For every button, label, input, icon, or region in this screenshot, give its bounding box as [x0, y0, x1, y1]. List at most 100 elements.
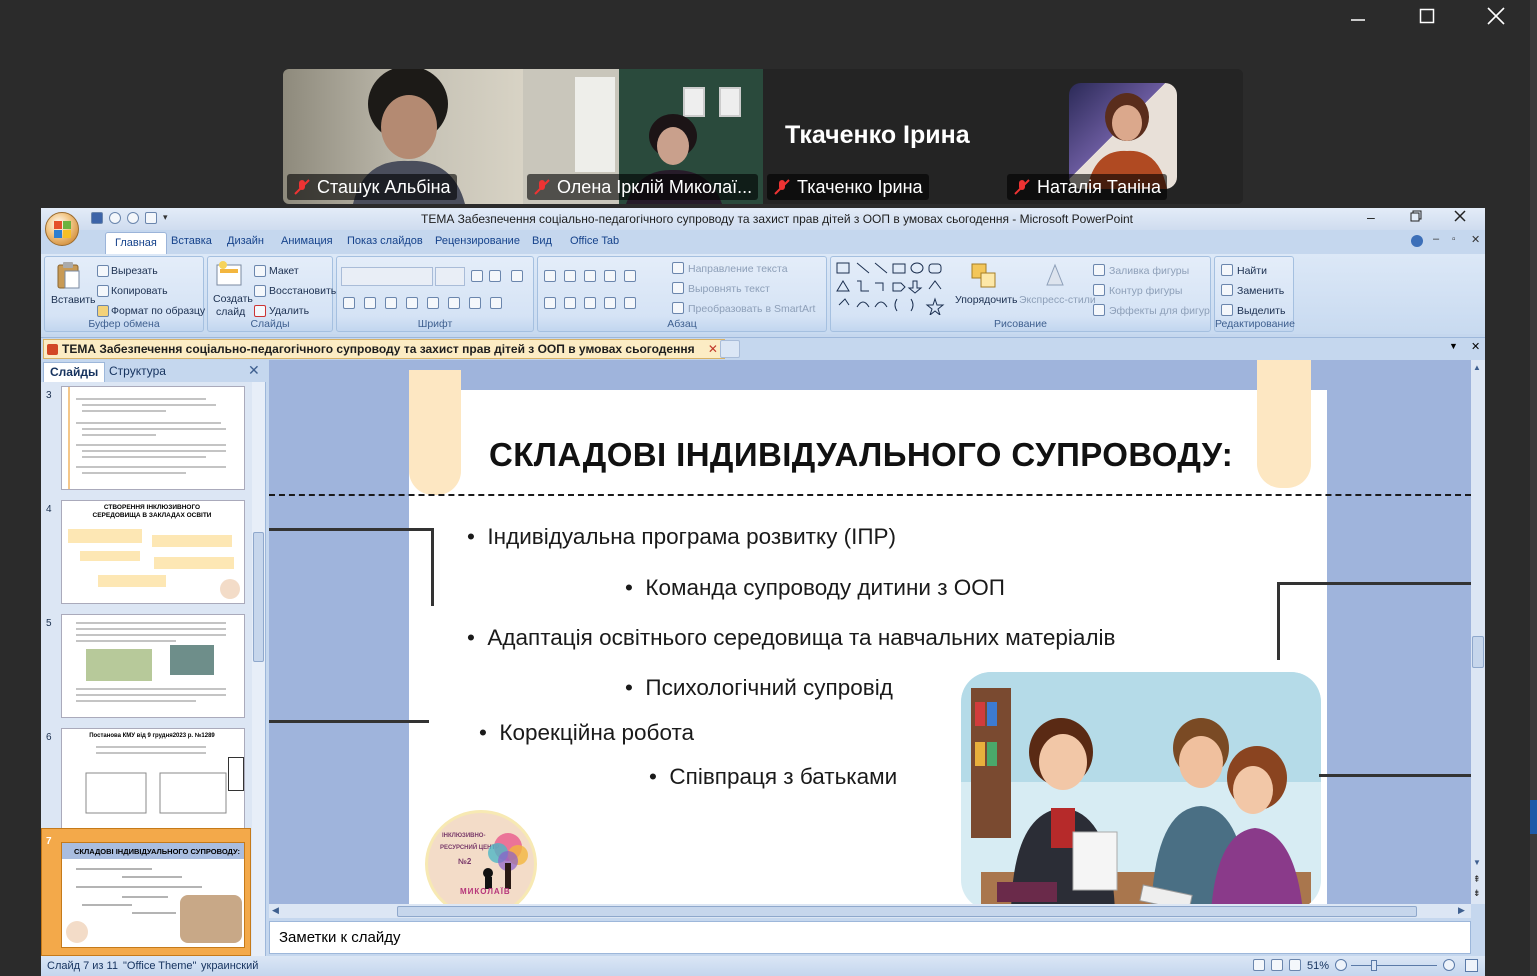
italic-icon[interactable]: [364, 297, 376, 309]
quick-styles-button[interactable]: Экспресс-стили: [1017, 261, 1096, 317]
help-icon[interactable]: [1411, 235, 1423, 247]
video-tile[interactable]: Сташук Альбіна: [283, 69, 523, 204]
replace-button[interactable]: Заменить: [1237, 285, 1284, 297]
qat-menu-icon[interactable]: ▾: [163, 212, 168, 224]
zoom-out-icon[interactable]: [1335, 959, 1347, 971]
prev-slide-icon[interactable]: ⇞: [1473, 874, 1481, 885]
align-center-icon[interactable]: [564, 297, 576, 309]
status-theme[interactable]: "Office Theme": [123, 960, 196, 972]
sorter-view-icon[interactable]: [1271, 959, 1283, 971]
video-tile[interactable]: Олена Ірклій Миколаї...: [523, 69, 763, 204]
find-button[interactable]: Найти: [1237, 265, 1267, 277]
text-direction-button[interactable]: Направление текста: [688, 263, 788, 275]
undo-icon[interactable]: [109, 212, 121, 224]
shapes-gallery-icon[interactable]: [835, 261, 945, 315]
justify-icon[interactable]: [604, 297, 616, 309]
document-tab[interactable]: ТЕМА Забезпечення соціально-педагогічног…: [43, 339, 725, 359]
reset-button[interactable]: Восстановить: [269, 285, 336, 297]
slide-bullet[interactable]: • Індивідуальна програма розвитку (ІПР): [467, 524, 896, 550]
slideshow-icon[interactable]: [145, 212, 157, 224]
select-button[interactable]: Выделить: [1237, 305, 1285, 317]
shape-effects-button[interactable]: Эффекты для фигур: [1109, 305, 1210, 317]
tab-office-tab[interactable]: Office Tab: [570, 235, 619, 247]
doc-minimize-button[interactable]: –: [1433, 233, 1439, 245]
tab-home[interactable]: Главная: [105, 232, 167, 254]
thumbs-scrollbar[interactable]: [252, 382, 265, 956]
smartart-button[interactable]: Преобразовать в SmartArt: [688, 303, 815, 315]
tab-bar-close[interactable]: ✕: [1471, 340, 1480, 353]
tab-animation[interactable]: Анимация: [281, 235, 333, 247]
delete-button[interactable]: Удалить: [269, 305, 309, 317]
new-tab-button[interactable]: [720, 340, 740, 358]
close-button[interactable]: [1476, 4, 1516, 28]
slide-bullet[interactable]: • Команда супроводу дитини з ООП: [625, 575, 1005, 601]
slide-bullet[interactable]: • Корекційна робота: [479, 720, 694, 746]
close-pane-icon[interactable]: ✕: [248, 362, 260, 379]
font-color-icon[interactable]: [490, 297, 502, 309]
notes-pane[interactable]: Заметки к слайду: [269, 921, 1471, 954]
slide-bullet[interactable]: • Адаптація освітнього середовища та нав…: [467, 625, 1115, 651]
copy-button[interactable]: Копировать: [111, 285, 168, 297]
ppt-restore-button[interactable]: [1410, 210, 1422, 225]
change-case-icon[interactable]: [469, 297, 481, 309]
increase-indent-icon[interactable]: [604, 270, 616, 282]
next-slide-icon[interactable]: ⇟: [1473, 888, 1481, 899]
align-text-button[interactable]: Выровнять текст: [688, 283, 770, 295]
tab-view[interactable]: Вид: [532, 235, 552, 247]
zoom-slider-thumb[interactable]: [1371, 960, 1377, 971]
tab-insert[interactable]: Вставка: [171, 235, 212, 247]
cut-button[interactable]: Вырезать: [111, 265, 158, 277]
tab-list-dropdown[interactable]: ▼: [1449, 341, 1458, 351]
shape-outline-button[interactable]: Контур фигуры: [1109, 285, 1182, 297]
maximize-button[interactable]: [1407, 4, 1447, 28]
layout-button[interactable]: Макет: [269, 265, 299, 277]
bullets-icon[interactable]: [544, 270, 556, 282]
tab-outline[interactable]: Структура: [109, 364, 166, 378]
video-tile[interactable]: Ткаченко Ірина Ткаченко Ірина: [763, 69, 1003, 204]
align-left-icon[interactable]: [544, 297, 556, 309]
ppt-minimize-button[interactable]: –: [1367, 209, 1375, 225]
format-painter-button[interactable]: Формат по образцу: [111, 305, 205, 317]
status-language[interactable]: украинский: [201, 960, 258, 972]
doc-restore-button[interactable]: ▫: [1452, 234, 1456, 245]
slide-title[interactable]: СКЛАДОВІ ІНДИВІДУАЛЬНОГО СУПРОВОДУ:: [489, 436, 1233, 474]
slide-thumbnail[interactable]: СТВОРЕННЯ ІНКЛЮЗИВНОГО СЕРЕДОВИЩА В ЗАКЛ…: [61, 500, 245, 604]
shadow-icon[interactable]: [427, 297, 439, 309]
underline-icon[interactable]: [385, 297, 397, 309]
doc-close-button[interactable]: ✕: [1471, 233, 1480, 246]
tab-review[interactable]: Рецензирование: [435, 235, 520, 247]
normal-view-icon[interactable]: [1253, 959, 1265, 971]
clear-format-icon[interactable]: [511, 270, 523, 282]
shrink-font-icon[interactable]: [489, 270, 501, 282]
save-icon[interactable]: [91, 212, 103, 224]
font-size-select[interactable]: [435, 267, 465, 286]
paste-button[interactable]: Вставить: [49, 259, 96, 317]
zoom-level[interactable]: 51%: [1307, 960, 1329, 972]
office-button[interactable]: [45, 212, 79, 246]
ppt-close-button[interactable]: [1454, 210, 1466, 225]
columns-icon[interactable]: [624, 297, 636, 309]
bold-icon[interactable]: [343, 297, 355, 309]
minimize-button[interactable]: [1338, 4, 1378, 28]
strikethrough-icon[interactable]: [406, 297, 418, 309]
new-slide-button[interactable]: Создать слайд: [210, 259, 253, 319]
slide-thumbnail[interactable]: [61, 614, 245, 718]
hscroll-thumb[interactable]: [397, 906, 1417, 917]
numbering-icon[interactable]: [564, 270, 576, 282]
decrease-indent-icon[interactable]: [584, 270, 596, 282]
zoom-slider[interactable]: [1351, 960, 1437, 971]
line-spacing-icon[interactable]: [624, 270, 636, 282]
tab-slides[interactable]: Слайды: [43, 362, 106, 382]
vertical-scrollbar[interactable]: ▲ ▼ ⇞ ⇟: [1471, 360, 1485, 904]
slide-thumbnail[interactable]: СКЛАДОВІ ІНДИВІДУАЛЬНОГО СУПРОВОДУ:: [61, 842, 245, 948]
scroll-thumb[interactable]: [1472, 636, 1484, 668]
slideshow-view-icon[interactable]: [1289, 959, 1301, 971]
fit-window-icon[interactable]: [1465, 959, 1478, 972]
current-slide[interactable]: СКЛАДОВІ ІНДИВІДУАЛЬНОГО СУПРОВОДУ: • Ін…: [409, 360, 1327, 904]
redo-icon[interactable]: [127, 212, 139, 224]
shape-fill-button[interactable]: Заливка фигуры: [1109, 265, 1189, 277]
slide-thumbnail[interactable]: Постанова КМУ від 9 грудня2023 р. №1289: [61, 728, 245, 832]
tab-slideshow[interactable]: Показ слайдов: [347, 235, 423, 247]
align-right-icon[interactable]: [584, 297, 596, 309]
grow-font-icon[interactable]: [471, 270, 483, 282]
